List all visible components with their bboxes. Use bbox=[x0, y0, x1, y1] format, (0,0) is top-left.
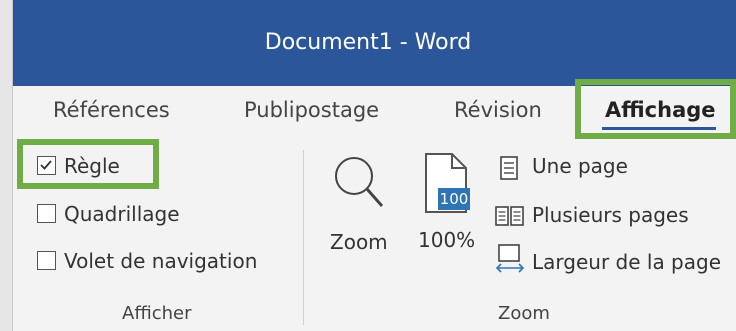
navigation-pane-checkbox[interactable] bbox=[37, 251, 56, 270]
navigation-pane-label[interactable]: Volet de navigation bbox=[64, 249, 257, 273]
ruler-highlight-box bbox=[17, 139, 159, 189]
tab-mailings[interactable]: Publipostage bbox=[244, 98, 379, 122]
multiple-pages-button[interactable]: Plusieurs pages bbox=[532, 203, 689, 227]
zoom-100-button[interactable]: 100 100% bbox=[414, 146, 480, 258]
magnifier-icon bbox=[335, 157, 384, 207]
gridlines-checkbox[interactable] bbox=[37, 204, 56, 223]
show-group-label: Afficher bbox=[122, 303, 192, 324]
multiple-pages-icon bbox=[495, 206, 524, 226]
page-width-button[interactable]: Largeur de la page bbox=[532, 250, 721, 274]
title-bar: Document1 - Word bbox=[0, 0, 736, 86]
tab-references[interactable]: Références bbox=[53, 98, 170, 122]
word-ribbon-screenshot: Document1 - Word Références Publipostage… bbox=[0, 0, 736, 331]
view-tab-highlight-box bbox=[575, 79, 736, 139]
zoom-button[interactable]: Zoom bbox=[322, 148, 394, 258]
page-width-icon bbox=[496, 244, 525, 273]
zoom-label: Zoom bbox=[330, 230, 388, 254]
zoom-group-label: Zoom bbox=[498, 303, 550, 324]
group-separator bbox=[303, 150, 304, 325]
one-page-button[interactable]: Une page bbox=[532, 154, 628, 178]
window-title: Document1 - Word bbox=[264, 30, 472, 55]
window-left-edge bbox=[0, 0, 13, 331]
zoom-100-label: 100% bbox=[418, 228, 476, 252]
one-page-icon bbox=[500, 156, 518, 180]
zoom-100-badge: 100 bbox=[438, 188, 470, 210]
gridlines-label[interactable]: Quadrillage bbox=[64, 202, 180, 226]
tab-review[interactable]: Révision bbox=[454, 98, 542, 122]
